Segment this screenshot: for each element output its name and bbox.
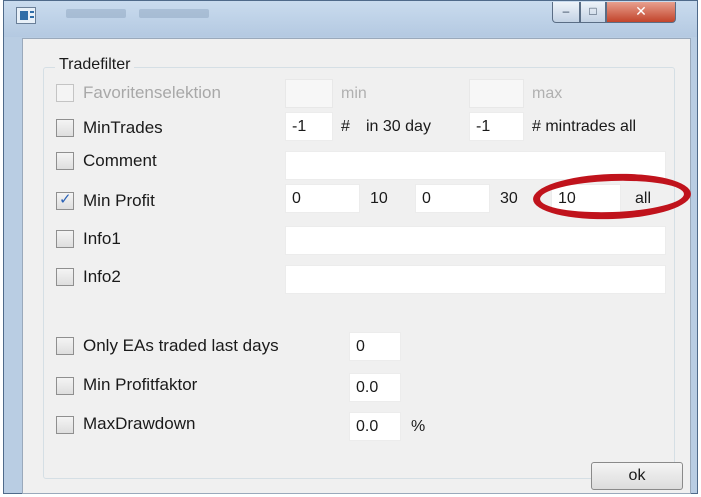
blurred-background-text [66, 9, 126, 18]
dialog-window: ‒ □ ✕ Tradefilter Favoritenselektion min… [3, 0, 698, 494]
close-icon: ✕ [635, 3, 647, 19]
maximize-icon: □ [589, 4, 597, 18]
favoritenselektion-checkbox[interactable] [56, 84, 74, 102]
info1-input[interactable] [285, 226, 666, 255]
maxdrawdown-unit-label: % [411, 418, 426, 435]
only-eas-days-input[interactable]: 0 [349, 332, 401, 361]
titlebar[interactable]: ‒ □ ✕ [4, 1, 697, 37]
mintrades-days-label: in 30 day [366, 118, 431, 135]
min-profitfaktor-checkbox[interactable] [56, 377, 74, 395]
min-profit-label: Min Profit [83, 191, 155, 210]
close-button[interactable]: ✕ [606, 2, 676, 23]
mintrades-all-input[interactable]: -1 [469, 112, 524, 141]
only-eas-checkbox[interactable] [56, 337, 74, 355]
mintrades-label: MinTrades [83, 118, 163, 137]
comment-checkbox[interactable] [56, 152, 74, 170]
minimize-button[interactable]: ‒ [552, 2, 580, 23]
maxdrawdown-label: MaxDrawdown [83, 414, 196, 433]
favoritenselektion-min-input[interactable] [285, 79, 333, 108]
only-eas-label: Only EAs traded last days [83, 336, 279, 355]
ok-button[interactable]: ok [591, 462, 683, 490]
minimize-icon: ‒ [562, 4, 570, 18]
min-profit-value-1-input[interactable]: 0 [285, 184, 360, 213]
checkmark-icon: ✓ [59, 191, 72, 208]
info2-checkbox[interactable] [56, 268, 74, 286]
mintrades-all-label: # mintrades all [532, 118, 637, 135]
groupbox-title: Tradefilter [55, 56, 135, 74]
favoritenselektion-min-label: min [341, 85, 367, 102]
favoritenselektion-max-label: max [532, 85, 563, 102]
app-icon [16, 7, 36, 24]
min-profit-value-2-input[interactable]: 0 [415, 184, 490, 213]
info1-checkbox[interactable] [56, 230, 74, 248]
dialog-client-area: Tradefilter Favoritenselektion min max M… [22, 38, 692, 494]
blurred-background-text [139, 9, 209, 18]
comment-label: Comment [83, 151, 157, 170]
min-profit-days-1-label: 10 [370, 190, 388, 207]
mintrades-hash-label: # [341, 118, 350, 135]
min-profitfaktor-input[interactable]: 0.0 [349, 373, 401, 402]
maximize-button[interactable]: □ [580, 2, 606, 23]
info1-label: Info1 [83, 229, 121, 248]
min-profit-days-2-label: 30 [500, 190, 518, 207]
maxdrawdown-checkbox[interactable] [56, 416, 74, 434]
mintrades-input[interactable]: -1 [285, 112, 333, 141]
min-profit-checkbox[interactable]: ✓ [56, 191, 74, 210]
info2-input[interactable] [285, 265, 666, 294]
maxdrawdown-input[interactable]: 0.0 [349, 412, 401, 441]
min-profitfaktor-label: Min Profitfaktor [83, 375, 198, 394]
mintrades-checkbox[interactable] [56, 119, 74, 137]
favoritenselektion-max-input[interactable] [469, 79, 524, 108]
favoritenselektion-label: Favoritenselektion [83, 83, 221, 102]
info2-label: Info2 [83, 267, 121, 286]
